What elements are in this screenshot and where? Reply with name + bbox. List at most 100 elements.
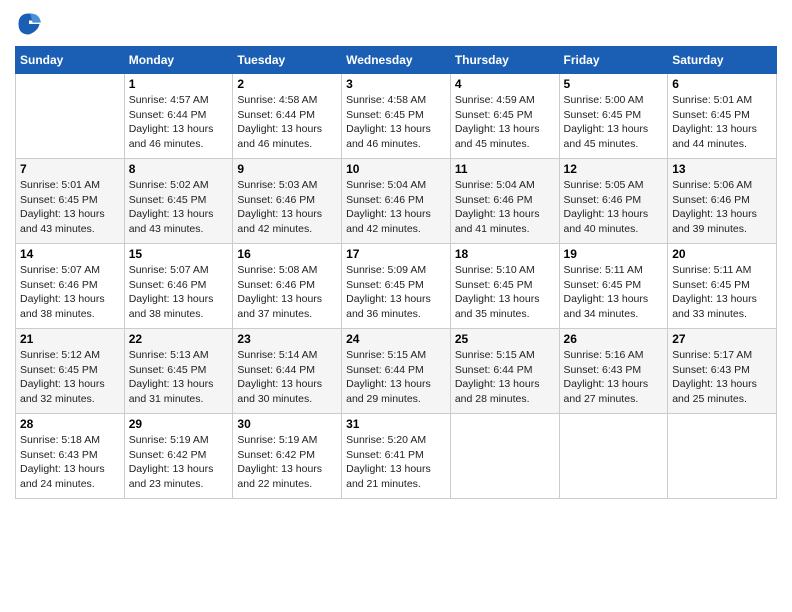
- day-number: 22: [129, 332, 229, 346]
- logo-icon: [15, 10, 43, 38]
- weekday-header: Saturday: [668, 47, 777, 74]
- day-info: Sunrise: 5:00 AM Sunset: 6:45 PM Dayligh…: [564, 93, 664, 152]
- day-info: Sunrise: 5:06 AM Sunset: 6:46 PM Dayligh…: [672, 178, 772, 237]
- day-number: 31: [346, 417, 446, 431]
- calendar-cell: 17 Sunrise: 5:09 AM Sunset: 6:45 PM Dayli…: [342, 244, 451, 329]
- calendar-cell: 29 Sunrise: 5:19 AM Sunset: 6:42 PM Dayli…: [124, 414, 233, 499]
- calendar-cell: 27 Sunrise: 5:17 AM Sunset: 6:43 PM Dayli…: [668, 329, 777, 414]
- calendar-cell: 12 Sunrise: 5:05 AM Sunset: 6:46 PM Dayli…: [559, 159, 668, 244]
- calendar-cell: 21 Sunrise: 5:12 AM Sunset: 6:45 PM Dayli…: [16, 329, 125, 414]
- day-number: 25: [455, 332, 555, 346]
- day-info: Sunrise: 5:19 AM Sunset: 6:42 PM Dayligh…: [237, 433, 337, 492]
- day-number: 26: [564, 332, 664, 346]
- weekday-header-row: SundayMondayTuesdayWednesdayThursdayFrid…: [16, 47, 777, 74]
- calendar-cell: 16 Sunrise: 5:08 AM Sunset: 6:46 PM Dayli…: [233, 244, 342, 329]
- calendar-cell: 6 Sunrise: 5:01 AM Sunset: 6:45 PM Daylig…: [668, 74, 777, 159]
- calendar-cell: 24Sunrise: 5:15 AM Sunset: 6:44 PM Dayli…: [342, 329, 451, 414]
- day-info: Sunrise: 5:01 AM Sunset: 6:45 PM Dayligh…: [20, 178, 120, 237]
- calendar-cell: 2 Sunrise: 4:58 AM Sunset: 6:44 PM Daylig…: [233, 74, 342, 159]
- calendar-week-row: 28 Sunrise: 5:18 AM Sunset: 6:43 PM Dayli…: [16, 414, 777, 499]
- calendar-cell: 7 Sunrise: 5:01 AM Sunset: 6:45 PM Daylig…: [16, 159, 125, 244]
- day-number: 12: [564, 162, 664, 176]
- day-number: 7: [20, 162, 120, 176]
- day-number: 10: [346, 162, 446, 176]
- day-number: 16: [237, 247, 337, 261]
- day-number: 20: [672, 247, 772, 261]
- calendar-cell: 18Sunrise: 5:10 AM Sunset: 6:45 PM Dayli…: [450, 244, 559, 329]
- day-info: Sunrise: 5:20 AM Sunset: 6:41 PM Dayligh…: [346, 433, 446, 492]
- calendar-cell: 9 Sunrise: 5:03 AM Sunset: 6:46 PM Daylig…: [233, 159, 342, 244]
- day-number: 11: [455, 162, 555, 176]
- day-info: Sunrise: 5:02 AM Sunset: 6:45 PM Dayligh…: [129, 178, 229, 237]
- day-info: Sunrise: 5:04 AM Sunset: 6:46 PM Dayligh…: [346, 178, 446, 237]
- day-info: Sunrise: 5:19 AM Sunset: 6:42 PM Dayligh…: [129, 433, 229, 492]
- day-number: 30: [237, 417, 337, 431]
- day-info: Sunrise: 5:12 AM Sunset: 6:45 PM Dayligh…: [20, 348, 120, 407]
- day-info: Sunrise: 4:57 AM Sunset: 6:44 PM Dayligh…: [129, 93, 229, 152]
- day-info: Sunrise: 5:07 AM Sunset: 6:46 PM Dayligh…: [129, 263, 229, 322]
- day-info: Sunrise: 5:09 AM Sunset: 6:45 PM Dayligh…: [346, 263, 446, 322]
- calendar-cell: 3 Sunrise: 4:58 AM Sunset: 6:45 PM Daylig…: [342, 74, 451, 159]
- day-info: Sunrise: 5:18 AM Sunset: 6:43 PM Dayligh…: [20, 433, 120, 492]
- day-number: 27: [672, 332, 772, 346]
- day-number: 29: [129, 417, 229, 431]
- day-info: Sunrise: 5:11 AM Sunset: 6:45 PM Dayligh…: [672, 263, 772, 322]
- day-number: 2: [237, 77, 337, 91]
- day-info: Sunrise: 5:15 AM Sunset: 6:44 PM Dayligh…: [346, 348, 446, 407]
- page-header: [15, 10, 777, 38]
- calendar-week-row: 7 Sunrise: 5:01 AM Sunset: 6:45 PM Daylig…: [16, 159, 777, 244]
- day-number: 21: [20, 332, 120, 346]
- weekday-header: Wednesday: [342, 47, 451, 74]
- day-number: 9: [237, 162, 337, 176]
- day-info: Sunrise: 5:13 AM Sunset: 6:45 PM Dayligh…: [129, 348, 229, 407]
- day-number: 19: [564, 247, 664, 261]
- calendar-cell: 14 Sunrise: 5:07 AM Sunset: 6:46 PM Dayli…: [16, 244, 125, 329]
- day-number: 17: [346, 247, 446, 261]
- weekday-header: Friday: [559, 47, 668, 74]
- calendar-cell: 25Sunrise: 5:15 AM Sunset: 6:44 PM Dayli…: [450, 329, 559, 414]
- calendar-cell: 5Sunrise: 5:00 AM Sunset: 6:45 PM Daylig…: [559, 74, 668, 159]
- day-number: 8: [129, 162, 229, 176]
- day-info: Sunrise: 4:58 AM Sunset: 6:45 PM Dayligh…: [346, 93, 446, 152]
- day-number: 28: [20, 417, 120, 431]
- weekday-header: Thursday: [450, 47, 559, 74]
- calendar-cell: 30 Sunrise: 5:19 AM Sunset: 6:42 PM Dayli…: [233, 414, 342, 499]
- calendar-cell: 28 Sunrise: 5:18 AM Sunset: 6:43 PM Dayli…: [16, 414, 125, 499]
- calendar-cell: 26 Sunrise: 5:16 AM Sunset: 6:43 PM Dayli…: [559, 329, 668, 414]
- day-info: Sunrise: 4:59 AM Sunset: 6:45 PM Dayligh…: [455, 93, 555, 152]
- day-info: Sunrise: 5:17 AM Sunset: 6:43 PM Dayligh…: [672, 348, 772, 407]
- calendar-cell: 10 Sunrise: 5:04 AM Sunset: 6:46 PM Dayli…: [342, 159, 451, 244]
- day-info: Sunrise: 5:01 AM Sunset: 6:45 PM Dayligh…: [672, 93, 772, 152]
- day-number: 3: [346, 77, 446, 91]
- day-info: Sunrise: 5:16 AM Sunset: 6:43 PM Dayligh…: [564, 348, 664, 407]
- calendar-cell: 8 Sunrise: 5:02 AM Sunset: 6:45 PM Daylig…: [124, 159, 233, 244]
- calendar-cell: 23Sunrise: 5:14 AM Sunset: 6:44 PM Dayli…: [233, 329, 342, 414]
- calendar-cell: 1Sunrise: 4:57 AM Sunset: 6:44 PM Daylig…: [124, 74, 233, 159]
- logo: [15, 10, 47, 38]
- weekday-header: Tuesday: [233, 47, 342, 74]
- calendar-cell: [16, 74, 125, 159]
- calendar-cell: [668, 414, 777, 499]
- day-info: Sunrise: 5:05 AM Sunset: 6:46 PM Dayligh…: [564, 178, 664, 237]
- day-info: Sunrise: 5:07 AM Sunset: 6:46 PM Dayligh…: [20, 263, 120, 322]
- day-info: Sunrise: 5:03 AM Sunset: 6:46 PM Dayligh…: [237, 178, 337, 237]
- calendar-cell: [450, 414, 559, 499]
- day-info: Sunrise: 4:58 AM Sunset: 6:44 PM Dayligh…: [237, 93, 337, 152]
- calendar-week-row: 14 Sunrise: 5:07 AM Sunset: 6:46 PM Dayli…: [16, 244, 777, 329]
- day-info: Sunrise: 5:08 AM Sunset: 6:46 PM Dayligh…: [237, 263, 337, 322]
- calendar-cell: 15Sunrise: 5:07 AM Sunset: 6:46 PM Dayli…: [124, 244, 233, 329]
- calendar-week-row: 21 Sunrise: 5:12 AM Sunset: 6:45 PM Dayli…: [16, 329, 777, 414]
- day-info: Sunrise: 5:14 AM Sunset: 6:44 PM Dayligh…: [237, 348, 337, 407]
- calendar-cell: 19Sunrise: 5:11 AM Sunset: 6:45 PM Dayli…: [559, 244, 668, 329]
- day-number: 4: [455, 77, 555, 91]
- day-number: 6: [672, 77, 772, 91]
- day-number: 18: [455, 247, 555, 261]
- calendar-cell: 13 Sunrise: 5:06 AM Sunset: 6:46 PM Dayli…: [668, 159, 777, 244]
- calendar-cell: 4 Sunrise: 4:59 AM Sunset: 6:45 PM Daylig…: [450, 74, 559, 159]
- day-info: Sunrise: 5:04 AM Sunset: 6:46 PM Dayligh…: [455, 178, 555, 237]
- weekday-header: Sunday: [16, 47, 125, 74]
- day-number: 14: [20, 247, 120, 261]
- day-number: 13: [672, 162, 772, 176]
- calendar-cell: 20 Sunrise: 5:11 AM Sunset: 6:45 PM Dayli…: [668, 244, 777, 329]
- calendar-cell: 31 Sunrise: 5:20 AM Sunset: 6:41 PM Dayli…: [342, 414, 451, 499]
